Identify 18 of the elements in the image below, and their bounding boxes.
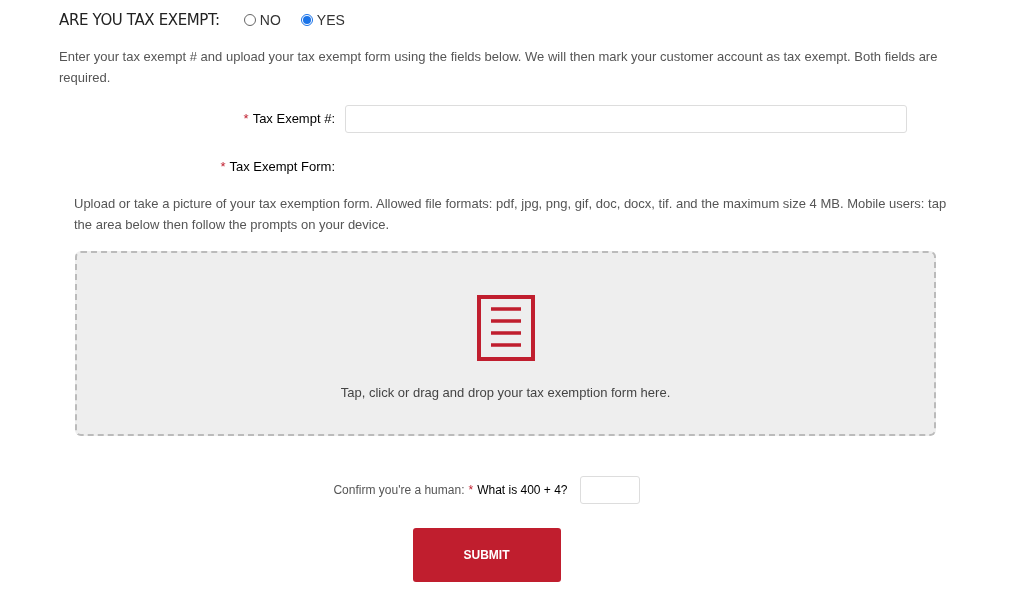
document-icon [476, 294, 535, 361]
captcha-prompt: Confirm you're a human: [333, 481, 465, 499]
field-label: Tax Exempt #: [252, 110, 335, 129]
upload-dropzone[interactable]: Tap, click or drag and drop your tax exemption form here. [75, 250, 936, 436]
question-label: ARE YOU TAX EXEMPT: [59, 9, 220, 31]
captcha-answer-field[interactable] [579, 475, 640, 504]
dropzone-text: Tap, click or drag and drop your tax exemption form here. [340, 383, 671, 402]
radio-label: NO [259, 10, 281, 30]
intro-text: Enter your tax exempt # and upload your tax exempt form using the fields below. We will then mark your customer account as tax exempt. Both fields are required. [59, 48, 939, 87]
radio-label: YES [316, 10, 345, 30]
submit-button[interactable]: SUBMIT [412, 527, 561, 582]
field-label: Tax Exempt Form: [229, 158, 335, 176]
required-asterisk: * [468, 481, 474, 499]
tax-number-field[interactable] [345, 105, 907, 133]
required-asterisk: * [243, 110, 249, 129]
required-asterisk: * [220, 158, 226, 176]
upload-help-text: Upload or take a picture of your tax exemption form. Allowed file formats: pdf, jpg, png, gif, doc, docx, tif. and the maximum size 4 MB. Mobile users: tap the area below then follow the prompts on your device. [74, 194, 948, 234]
captcha-question: What is 400 + 4? [477, 481, 568, 499]
